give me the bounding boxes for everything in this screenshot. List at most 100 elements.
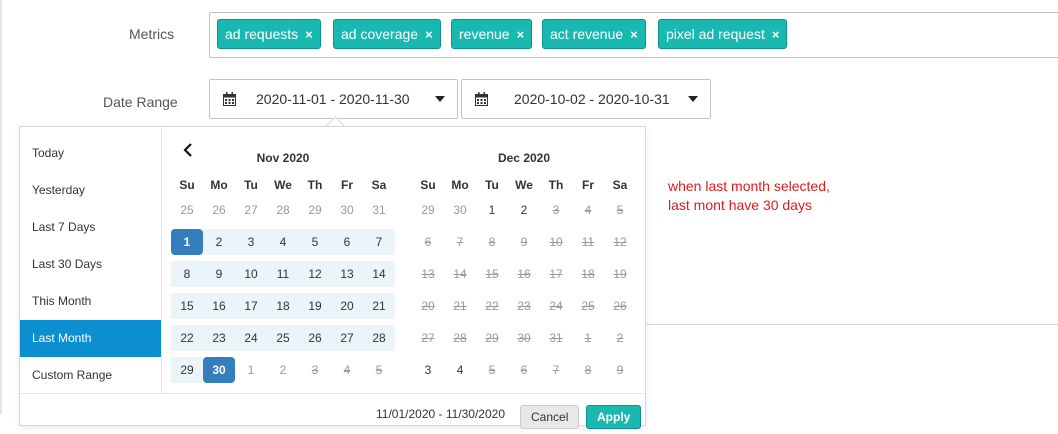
calendar-day[interactable]: 16 [203, 293, 235, 319]
calendar-day[interactable]: 7 [363, 229, 395, 255]
calendar-day[interactable]: 26 [299, 325, 331, 351]
calendar-day: 4 [584, 203, 592, 217]
calendar-icon [475, 92, 488, 106]
calendar-day: 9 [616, 363, 624, 377]
calendar-day[interactable]: 22 [171, 325, 203, 351]
calendar-day[interactable]: 25 [171, 197, 203, 223]
metric-tag-label: ad requests [225, 26, 299, 42]
calendar-day[interactable]: 21 [363, 293, 395, 319]
calendar-day[interactable]: 27 [331, 325, 363, 351]
remove-tag-icon[interactable]: × [425, 27, 433, 42]
calendar-day[interactable]: 11 [267, 261, 299, 287]
metric-tag: ad coverage × [333, 19, 441, 49]
weekday-header: Sa [612, 178, 628, 192]
remove-tag-icon[interactable]: × [305, 27, 313, 42]
calendar-day: 30 [517, 331, 531, 345]
calendar-day[interactable]: 25 [267, 325, 299, 351]
compare-date-range-input[interactable]: 2020-10-02 - 2020-10-31 [461, 79, 711, 119]
metric-tag-label: pixel ad request [666, 26, 765, 42]
calendar-day[interactable]: 29 [171, 357, 203, 383]
selected-range-text: 11/01/2020 - 11/30/2020 [376, 407, 505, 421]
apply-button[interactable]: Apply [586, 405, 642, 429]
range-today[interactable]: Today [20, 135, 161, 172]
calendar-day[interactable]: 6 [331, 229, 363, 255]
calendar-day[interactable]: 30 [444, 197, 476, 223]
range-this-month[interactable]: This Month [20, 283, 161, 320]
calendar-day[interactable]: 31 [363, 197, 395, 223]
metric-tag: revenue × [451, 19, 533, 49]
remove-tag-icon[interactable]: × [630, 27, 638, 42]
calendar-day[interactable]: 28 [363, 325, 395, 351]
calendar-day: 17 [549, 267, 563, 281]
metric-tag: pixel ad request × [658, 19, 788, 49]
metrics-multiselect[interactable]: ad requests × ad coverage × revenue × act r… [209, 12, 1058, 58]
calendar-day[interactable]: 8 [171, 261, 203, 287]
calendar-day: 12 [613, 235, 627, 249]
weekday-header: Su [420, 178, 436, 192]
calendar-day[interactable]: 12 [299, 261, 331, 287]
calendar-day[interactable]: 1 [476, 197, 508, 223]
calendar-day: 16 [517, 267, 531, 281]
metric-tag-label: revenue [459, 26, 510, 42]
calendar-day[interactable]: 1 [235, 357, 267, 383]
weekday-header: Su [179, 178, 195, 192]
annotation-line: when last month selected, [668, 178, 830, 194]
calendar-day: 18 [581, 267, 595, 281]
calendar-day[interactable]: 15 [171, 293, 203, 319]
calendar-day[interactable]: 19 [299, 293, 331, 319]
calendar-day[interactable]: 23 [203, 325, 235, 351]
calendar-day: 6 [520, 363, 528, 377]
calendar-day[interactable]: 5 [299, 229, 331, 255]
calendar-day[interactable]: 2 [508, 197, 540, 223]
cancel-button[interactable]: Cancel [520, 405, 580, 429]
calendar-day[interactable]: 4 [444, 357, 476, 383]
metric-tag: ad requests × [217, 19, 321, 49]
preset-ranges: Today Yesterday Last 7 Days Last 30 Days… [20, 127, 162, 393]
calendar-day[interactable]: 18 [267, 293, 299, 319]
metric-tag: act revenue × [542, 19, 646, 49]
calendar-day: 21 [453, 299, 467, 313]
weekday-header: Fr [582, 178, 594, 192]
calendar-day[interactable]: 27 [235, 197, 267, 223]
calendar-day: 5 [616, 203, 624, 217]
calendar-day[interactable]: 30 [203, 357, 235, 383]
date-range-input[interactable]: 2020-11-01 - 2020-11-30 [209, 79, 458, 119]
calendar-day[interactable]: 13 [331, 261, 363, 287]
calendar-day[interactable]: 2 [267, 357, 299, 383]
remove-tag-icon[interactable]: × [517, 27, 525, 42]
annotation-line: last mont have 30 days [668, 197, 812, 213]
calendar-day: 26 [613, 299, 627, 313]
range-custom[interactable]: Custom Range [20, 357, 161, 394]
calendar-day: 13 [421, 267, 435, 281]
calendar-day[interactable]: 28 [267, 197, 299, 223]
remove-tag-icon[interactable]: × [772, 27, 780, 42]
calendar-day[interactable]: 4 [267, 229, 299, 255]
compare-date-range-value: 2020-10-02 - 2020-10-31 [514, 91, 670, 107]
range-yesterday[interactable]: Yesterday [20, 172, 161, 209]
calendar-day[interactable]: 29 [299, 197, 331, 223]
calendar-day[interactable]: 14 [363, 261, 395, 287]
calendar-day[interactable]: 3 [412, 357, 444, 383]
calendar-day: 25 [581, 299, 595, 313]
date-range-label: Date Range [103, 94, 178, 110]
calendar-day[interactable]: 10 [235, 261, 267, 287]
calendar-day[interactable]: 26 [203, 197, 235, 223]
calendar-day[interactable]: 1 [171, 229, 203, 255]
range-last-30-days[interactable]: Last 30 Days [20, 246, 161, 283]
weekday-header: Th [548, 178, 564, 192]
calendar-day: 28 [453, 331, 467, 345]
weekday-header: Mo [451, 178, 469, 192]
calendar-day[interactable]: 17 [235, 293, 267, 319]
calendar-day[interactable]: 30 [331, 197, 363, 223]
calendar-day[interactable]: 2 [203, 229, 235, 255]
calendar-day: 11 [581, 235, 595, 249]
range-last-month[interactable]: Last Month [20, 320, 161, 357]
calendar-day: 9 [520, 235, 528, 249]
calendar-day[interactable]: 3 [235, 229, 267, 255]
chevron-down-icon [435, 96, 445, 102]
range-last-7-days[interactable]: Last 7 Days [20, 209, 161, 246]
calendar-day[interactable]: 24 [235, 325, 267, 351]
calendar-day[interactable]: 29 [412, 197, 444, 223]
calendar-day[interactable]: 9 [203, 261, 235, 287]
calendar-day[interactable]: 20 [331, 293, 363, 319]
